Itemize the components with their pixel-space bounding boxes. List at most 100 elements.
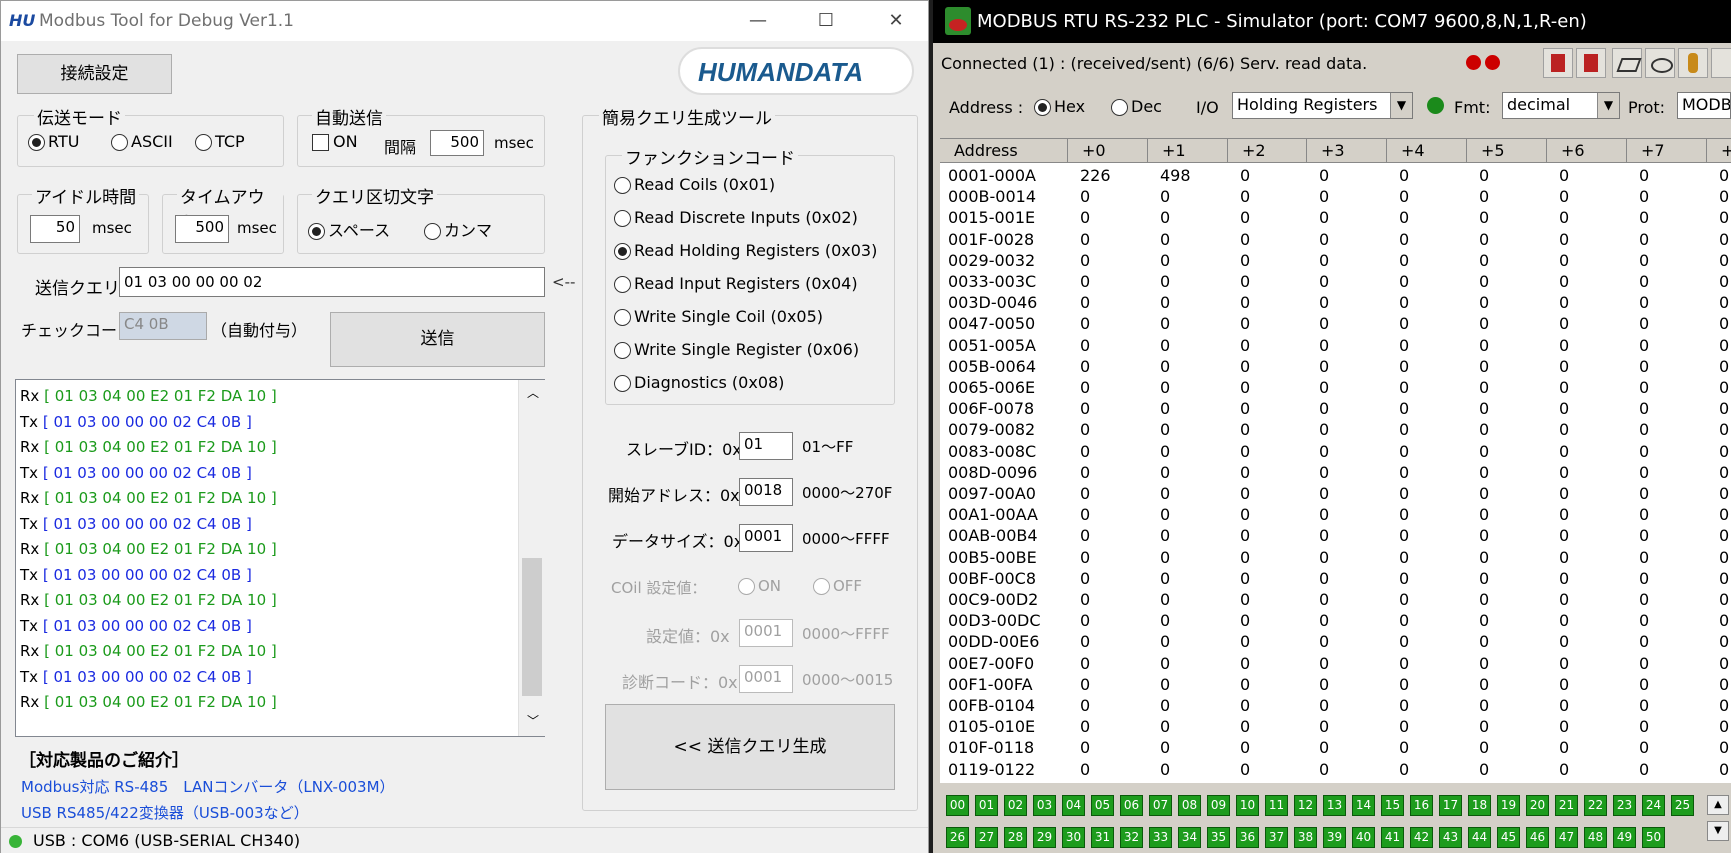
- register-cell[interactable]: 0: [1479, 568, 1489, 589]
- column-header[interactable]: +6: [1547, 139, 1627, 163]
- register-cell[interactable]: 0: [1240, 165, 1250, 186]
- register-cell[interactable]: 0: [1639, 759, 1649, 780]
- register-cell[interactable]: 0: [1240, 441, 1250, 462]
- register-cell[interactable]: 0: [1559, 207, 1569, 228]
- register-cell[interactable]: 0: [1479, 759, 1489, 780]
- register-cell[interactable]: 0: [1559, 292, 1569, 313]
- register-cell[interactable]: 0: [1319, 568, 1329, 589]
- register-cell[interactable]: 0: [1240, 313, 1250, 334]
- register-cell[interactable]: 0: [1399, 398, 1409, 419]
- register-cell[interactable]: 0: [1240, 610, 1250, 631]
- register-cell[interactable]: 0: [1559, 229, 1569, 250]
- register-cell[interactable]: 0: [1479, 547, 1489, 568]
- column-header[interactable]: +7: [1627, 139, 1707, 163]
- register-cell[interactable]: 0: [1160, 462, 1170, 483]
- register-page-button[interactable]: 23: [1613, 795, 1636, 816]
- register-cell[interactable]: 0: [1559, 525, 1569, 546]
- register-cell[interactable]: 0: [1719, 313, 1729, 334]
- register-cell[interactable]: 0: [1639, 525, 1649, 546]
- register-cell[interactable]: 0: [1319, 292, 1329, 313]
- register-cell[interactable]: 0: [1399, 313, 1409, 334]
- register-cell[interactable]: 0: [1719, 207, 1729, 228]
- register-cell[interactable]: 0: [1240, 759, 1250, 780]
- register-page-button[interactable]: 43: [1439, 827, 1462, 848]
- register-cell[interactable]: 0: [1080, 271, 1090, 292]
- register-cell[interactable]: 0: [1559, 737, 1569, 758]
- register-cell[interactable]: 0: [1080, 356, 1090, 377]
- register-cell[interactable]: 0: [1319, 377, 1329, 398]
- register-cell[interactable]: 0: [1559, 271, 1569, 292]
- register-cell[interactable]: 0: [1399, 207, 1409, 228]
- register-cell[interactable]: 0: [1639, 504, 1649, 525]
- register-cell[interactable]: 0: [1559, 441, 1569, 462]
- register-cell[interactable]: 0: [1719, 483, 1729, 504]
- register-cell[interactable]: 0: [1319, 229, 1329, 250]
- register-cell[interactable]: 0: [1240, 525, 1250, 546]
- register-page-button[interactable]: 33: [1149, 827, 1172, 848]
- register-cell[interactable]: 0: [1160, 271, 1170, 292]
- register-page-button[interactable]: 19: [1497, 795, 1520, 816]
- register-cell[interactable]: 0: [1319, 716, 1329, 737]
- function-radio[interactable]: Read Input Registers (0x04): [614, 274, 858, 293]
- register-cell[interactable]: 0: [1719, 780, 1729, 783]
- idle-time-input[interactable]: 50: [30, 215, 80, 243]
- register-cell[interactable]: 0: [1399, 589, 1409, 610]
- register-cell[interactable]: 0: [1319, 483, 1329, 504]
- register-cell[interactable]: 0: [1719, 250, 1729, 271]
- register-cell[interactable]: 0: [1399, 695, 1409, 716]
- register-cell[interactable]: 0: [1639, 313, 1649, 334]
- register-page-button[interactable]: 48: [1584, 827, 1607, 848]
- register-page-button[interactable]: 37: [1265, 827, 1288, 848]
- register-page-button[interactable]: 15: [1381, 795, 1404, 816]
- register-cell[interactable]: 0: [1399, 186, 1409, 207]
- register-cell[interactable]: 0: [1240, 483, 1250, 504]
- register-cell[interactable]: 0: [1479, 631, 1489, 652]
- register-cell[interactable]: 0: [1479, 186, 1489, 207]
- register-cell[interactable]: 0: [1719, 292, 1729, 313]
- register-cell[interactable]: 0: [1479, 377, 1489, 398]
- register-page-button[interactable]: 22: [1584, 795, 1607, 816]
- register-cell[interactable]: 0: [1399, 462, 1409, 483]
- register-cell[interactable]: 0: [1160, 589, 1170, 610]
- register-cell[interactable]: 0: [1319, 165, 1329, 186]
- register-cell[interactable]: 0: [1479, 695, 1489, 716]
- register-cell[interactable]: 0: [1719, 568, 1729, 589]
- log-scrollbar[interactable]: ︿ ﹀: [518, 380, 545, 736]
- register-cell[interactable]: 0: [1719, 547, 1729, 568]
- register-cell[interactable]: 0: [1639, 568, 1649, 589]
- register-cell[interactable]: 0: [1559, 356, 1569, 377]
- register-page-button[interactable]: 09: [1207, 795, 1230, 816]
- register-cell[interactable]: 0: [1160, 186, 1170, 207]
- register-cell[interactable]: 0: [1240, 589, 1250, 610]
- eraser-icon[interactable]: [1612, 48, 1642, 78]
- register-cell[interactable]: 0: [1160, 674, 1170, 695]
- register-cell[interactable]: 0: [1559, 165, 1569, 186]
- register-cell[interactable]: 0: [1080, 207, 1090, 228]
- register-cell[interactable]: 0: [1719, 462, 1729, 483]
- register-cell[interactable]: 0: [1479, 356, 1489, 377]
- register-cell[interactable]: 0: [1240, 653, 1250, 674]
- register-cell[interactable]: 0: [1559, 483, 1569, 504]
- register-cell[interactable]: 0: [1639, 292, 1649, 313]
- maximize-button[interactable]: ☐: [804, 7, 848, 35]
- register-cell[interactable]: 0: [1559, 716, 1569, 737]
- register-cell[interactable]: 0: [1080, 610, 1090, 631]
- register-cell[interactable]: 0: [1639, 695, 1649, 716]
- register-cell[interactable]: 0: [1160, 504, 1170, 525]
- register-page-button[interactable]: 47: [1555, 827, 1578, 848]
- register-cell[interactable]: 0: [1479, 610, 1489, 631]
- query-input[interactable]: 01 03 00 00 00 02: [119, 267, 545, 297]
- data-size-input[interactable]: 0001: [739, 524, 793, 552]
- register-cell[interactable]: 0: [1319, 335, 1329, 356]
- register-cell[interactable]: 0: [1639, 250, 1649, 271]
- register-cell[interactable]: 0: [1160, 335, 1170, 356]
- register-cell[interactable]: 0: [1399, 610, 1409, 631]
- register-cell[interactable]: 498: [1160, 165, 1191, 186]
- register-cell[interactable]: 0: [1559, 547, 1569, 568]
- register-page-button[interactable]: 10: [1236, 795, 1259, 816]
- register-cell[interactable]: 0: [1160, 716, 1170, 737]
- register-cell[interactable]: 0: [1399, 547, 1409, 568]
- register-page-button[interactable]: 39: [1323, 827, 1346, 848]
- register-cell[interactable]: 0: [1080, 547, 1090, 568]
- register-cell[interactable]: 0: [1240, 356, 1250, 377]
